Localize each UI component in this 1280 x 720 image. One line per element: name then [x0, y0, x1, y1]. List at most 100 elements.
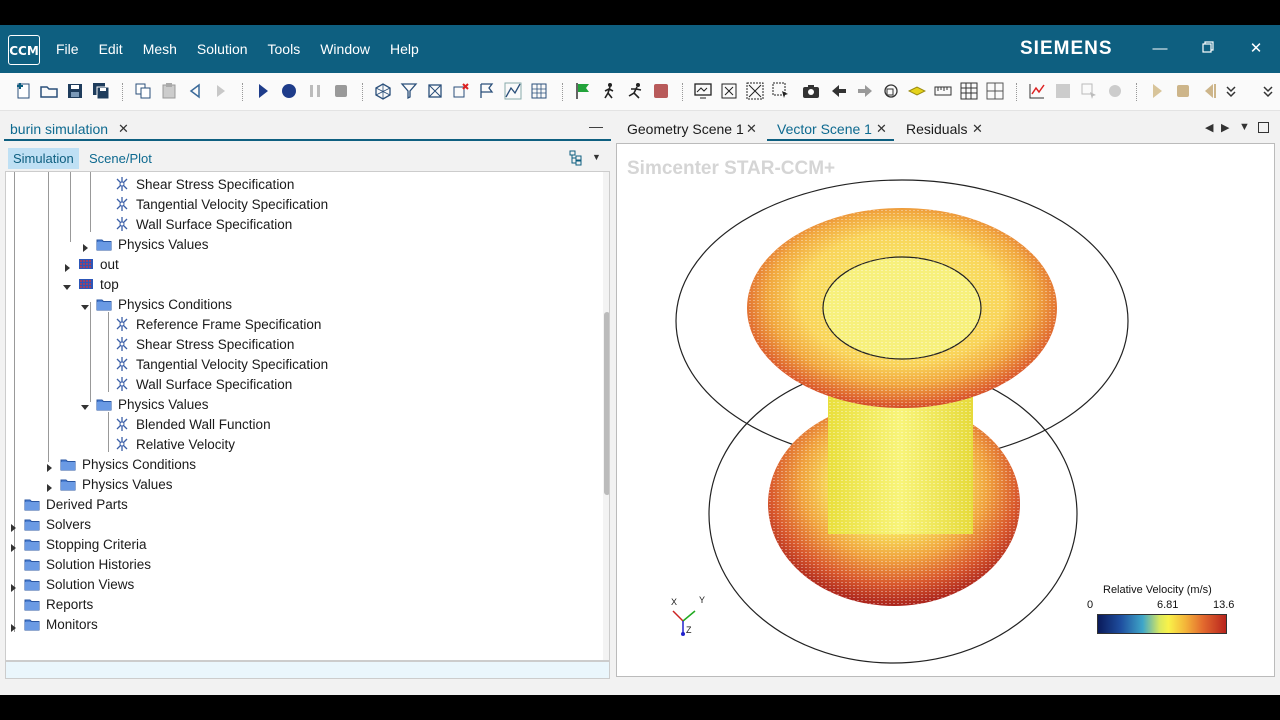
- pause-icon[interactable]: [305, 81, 325, 101]
- grid-mesh-icon[interactable]: [529, 81, 549, 101]
- tree-item[interactable]: Tangential Velocity Specification: [114, 194, 328, 214]
- tab-geometry-scene[interactable]: Geometry Scene 1: [627, 121, 744, 137]
- select-icon[interactable]: [771, 81, 791, 101]
- plot-icon[interactable]: [1027, 81, 1047, 101]
- open-folder-icon[interactable]: [39, 81, 59, 101]
- step-back-anim-icon[interactable]: [1199, 81, 1219, 101]
- flag-icon[interactable]: [573, 81, 593, 101]
- mesh-icon[interactable]: [373, 81, 393, 101]
- dropdown-arrow-icon[interactable]: ▼: [592, 152, 601, 162]
- expand-arrow-icon[interactable]: [9, 580, 17, 592]
- tree-item[interactable]: Physics Values: [96, 234, 209, 254]
- subtab-simulation[interactable]: Simulation: [8, 148, 79, 169]
- prev-view-icon[interactable]: [829, 81, 849, 101]
- expand-arrow-icon[interactable]: [81, 240, 89, 252]
- tree-item[interactable]: top: [78, 274, 119, 294]
- play-anim-icon[interactable]: [1147, 81, 1167, 101]
- expand-arrow-icon[interactable]: [63, 260, 71, 272]
- menu-edit[interactable]: Edit: [99, 41, 123, 57]
- expand-arrow-icon[interactable]: [45, 480, 53, 492]
- menu-file[interactable]: File: [56, 41, 79, 57]
- close-geometry-tab-icon[interactable]: ✕: [746, 121, 757, 137]
- flag-mesh-icon[interactable]: [477, 81, 497, 101]
- disabled-tool-2-icon[interactable]: [1079, 81, 1099, 101]
- tree-item[interactable]: Tangential Velocity Specification: [114, 354, 328, 374]
- tree-item[interactable]: Wall Surface Specification: [114, 214, 292, 234]
- tree-item[interactable]: Shear Stress Specification: [114, 174, 294, 194]
- step-icon[interactable]: [279, 81, 299, 101]
- restore-icon[interactable]: [1196, 37, 1220, 61]
- screen-icon[interactable]: [693, 81, 713, 101]
- tab-scroll-left-icon[interactable]: ◀: [1205, 121, 1213, 134]
- camera-icon[interactable]: [801, 81, 821, 101]
- menu-mesh[interactable]: Mesh: [143, 41, 177, 57]
- tree-item[interactable]: Derived Parts: [24, 494, 128, 514]
- tree-item[interactable]: Monitors: [24, 614, 98, 634]
- tree-item[interactable]: Physics Values: [96, 394, 209, 414]
- tree-filter-field[interactable]: [5, 661, 610, 679]
- tab-residuals[interactable]: Residuals: [906, 121, 967, 137]
- ruler-icon[interactable]: [933, 81, 953, 101]
- disabled-tool-3-icon[interactable]: [1105, 81, 1125, 101]
- tree-item[interactable]: Blended Wall Function: [114, 414, 271, 434]
- maximize-panel-icon[interactable]: [1258, 122, 1269, 133]
- tree-item[interactable]: Solution Histories: [24, 554, 151, 574]
- tab-list-icon[interactable]: ▼: [1239, 121, 1250, 133]
- vector-scene-viewport[interactable]: Simcenter STAR-CCM+ X Y Z Relative Veloc…: [616, 143, 1275, 677]
- tree-item[interactable]: Physics Values: [60, 474, 173, 494]
- minimize-panel-icon[interactable]: —: [589, 118, 603, 134]
- abort-icon[interactable]: [651, 81, 671, 101]
- close-icon[interactable]: ✕: [1244, 37, 1268, 61]
- tree-item[interactable]: Relative Velocity: [114, 434, 235, 454]
- next-view-icon[interactable]: [855, 81, 875, 101]
- filter-mesh-icon[interactable]: [399, 81, 419, 101]
- walk-icon[interactable]: [599, 81, 619, 101]
- delete-mesh-icon[interactable]: [451, 81, 471, 101]
- tab-vector-scene[interactable]: Vector Scene 1: [777, 121, 872, 137]
- tree-item[interactable]: Solution Views: [24, 574, 134, 594]
- tab-scroll-right-icon[interactable]: ▶: [1221, 121, 1229, 134]
- tree-item[interactable]: Solvers: [24, 514, 91, 534]
- collapse-arrow-icon[interactable]: [81, 400, 89, 410]
- tree-scrollbar[interactable]: [603, 172, 609, 660]
- zoom-box-icon[interactable]: [745, 81, 765, 101]
- menu-solution[interactable]: Solution: [197, 41, 248, 57]
- tree-item[interactable]: out: [78, 254, 119, 274]
- subtab-scene-plot[interactable]: Scene/Plot: [84, 148, 157, 169]
- expand-arrow-icon[interactable]: [45, 460, 53, 472]
- table-icon[interactable]: [959, 81, 979, 101]
- copy-icon[interactable]: [133, 81, 153, 101]
- more-icon[interactable]: [1221, 81, 1241, 101]
- run-icon[interactable]: [253, 81, 273, 101]
- grid-view-icon[interactable]: [985, 81, 1005, 101]
- minimize-icon[interactable]: —: [1148, 37, 1172, 61]
- expand-arrow-icon[interactable]: [9, 620, 17, 632]
- paste-icon[interactable]: [159, 81, 179, 101]
- tree-item[interactable]: Shear Stress Specification: [114, 334, 294, 354]
- expand-arrow-icon[interactable]: [9, 540, 17, 552]
- new-simulation-icon[interactable]: [14, 81, 34, 101]
- mesh-clear-icon[interactable]: [425, 81, 445, 101]
- close-tab-icon[interactable]: ✕: [118, 121, 129, 137]
- save-icon[interactable]: [65, 81, 85, 101]
- close-residuals-tab-icon[interactable]: ✕: [972, 121, 983, 137]
- scene-view-icon[interactable]: [881, 81, 901, 101]
- menu-window[interactable]: Window: [320, 41, 370, 57]
- tree-item[interactable]: Wall Surface Specification: [114, 374, 292, 394]
- tree-item[interactable]: Physics Conditions: [60, 454, 196, 474]
- tab-burin-simulation[interactable]: burin simulation: [10, 121, 108, 137]
- menu-tools[interactable]: Tools: [268, 41, 301, 57]
- tree-item[interactable]: Reports: [24, 594, 93, 614]
- collapse-arrow-icon[interactable]: [63, 280, 71, 290]
- stop-anim-icon[interactable]: [1173, 81, 1193, 101]
- tree-item[interactable]: Stopping Criteria: [24, 534, 147, 554]
- tree-scrollbar-thumb[interactable]: [604, 312, 609, 495]
- menu-help[interactable]: Help: [390, 41, 419, 57]
- save-all-icon[interactable]: [91, 81, 111, 101]
- more-right-icon[interactable]: [1258, 81, 1278, 101]
- tree-item[interactable]: Physics Conditions: [96, 294, 232, 314]
- collapse-arrow-icon[interactable]: [81, 300, 89, 310]
- geometry-icon[interactable]: [503, 81, 523, 101]
- disabled-tool-1-icon[interactable]: [1053, 81, 1073, 101]
- forward-icon[interactable]: [211, 81, 231, 101]
